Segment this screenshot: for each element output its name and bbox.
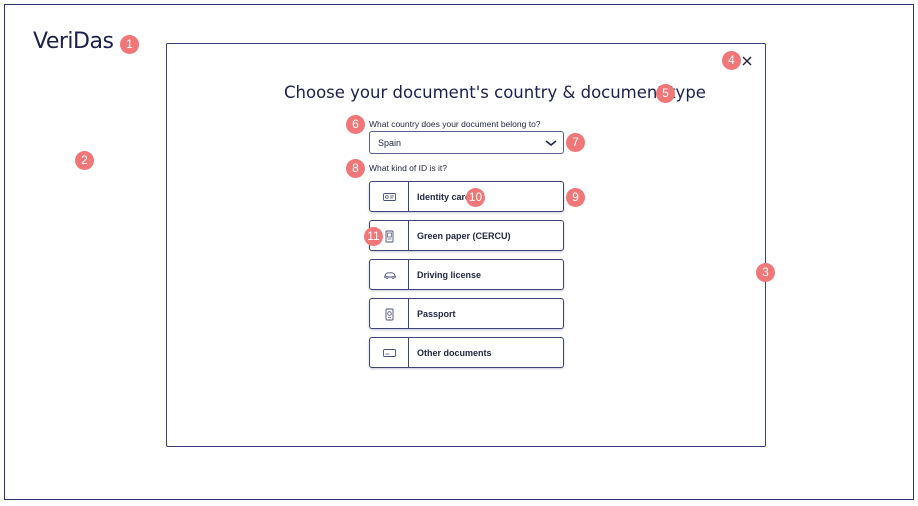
option-label: Other documents bbox=[417, 348, 492, 358]
annotation-marker-6: 6 bbox=[346, 115, 365, 134]
country-question-label: What country does your document belong t… bbox=[369, 119, 541, 129]
chevron-down-icon bbox=[545, 140, 557, 147]
option-driving-license[interactable]: Driving license bbox=[369, 259, 564, 290]
option-label: Driving license bbox=[417, 270, 482, 280]
annotation-marker-1: 1 bbox=[120, 35, 139, 54]
annotation-marker-3: 3 bbox=[756, 263, 775, 282]
modal-title: Choose your document's country & documen… bbox=[284, 83, 706, 102]
annotation-marker-7: 7 bbox=[566, 133, 585, 152]
veridas-logo: VeriDas bbox=[33, 29, 114, 54]
annotation-marker-8: 8 bbox=[346, 159, 365, 178]
paper-document-icon bbox=[385, 230, 394, 243]
country-select[interactable]: Spain bbox=[369, 131, 564, 154]
close-icon[interactable] bbox=[740, 54, 754, 68]
annotation-marker-2: 2 bbox=[75, 151, 94, 170]
car-icon bbox=[383, 272, 397, 279]
option-label: Green paper (CERCU) bbox=[417, 231, 511, 241]
id-type-question-label: What kind of ID is it? bbox=[369, 163, 447, 173]
option-green-paper[interactable]: Green paper (CERCU) bbox=[369, 220, 564, 251]
annotation-marker-5: 5 bbox=[656, 84, 675, 103]
option-other-documents[interactable]: Other documents bbox=[369, 337, 564, 368]
annotation-marker-4: 4 bbox=[722, 51, 741, 70]
option-passport[interactable]: Passport bbox=[369, 298, 564, 329]
country-select-value: Spain bbox=[378, 138, 402, 148]
passport-icon bbox=[385, 308, 394, 321]
option-label: Identity card bbox=[417, 192, 471, 202]
annotation-marker-10: 10 bbox=[466, 188, 485, 207]
id-card-icon bbox=[383, 193, 396, 201]
option-label: Passport bbox=[417, 309, 456, 319]
annotation-marker-11: 11 bbox=[364, 227, 383, 246]
annotation-marker-9: 9 bbox=[566, 188, 585, 207]
generic-card-icon bbox=[383, 349, 396, 357]
